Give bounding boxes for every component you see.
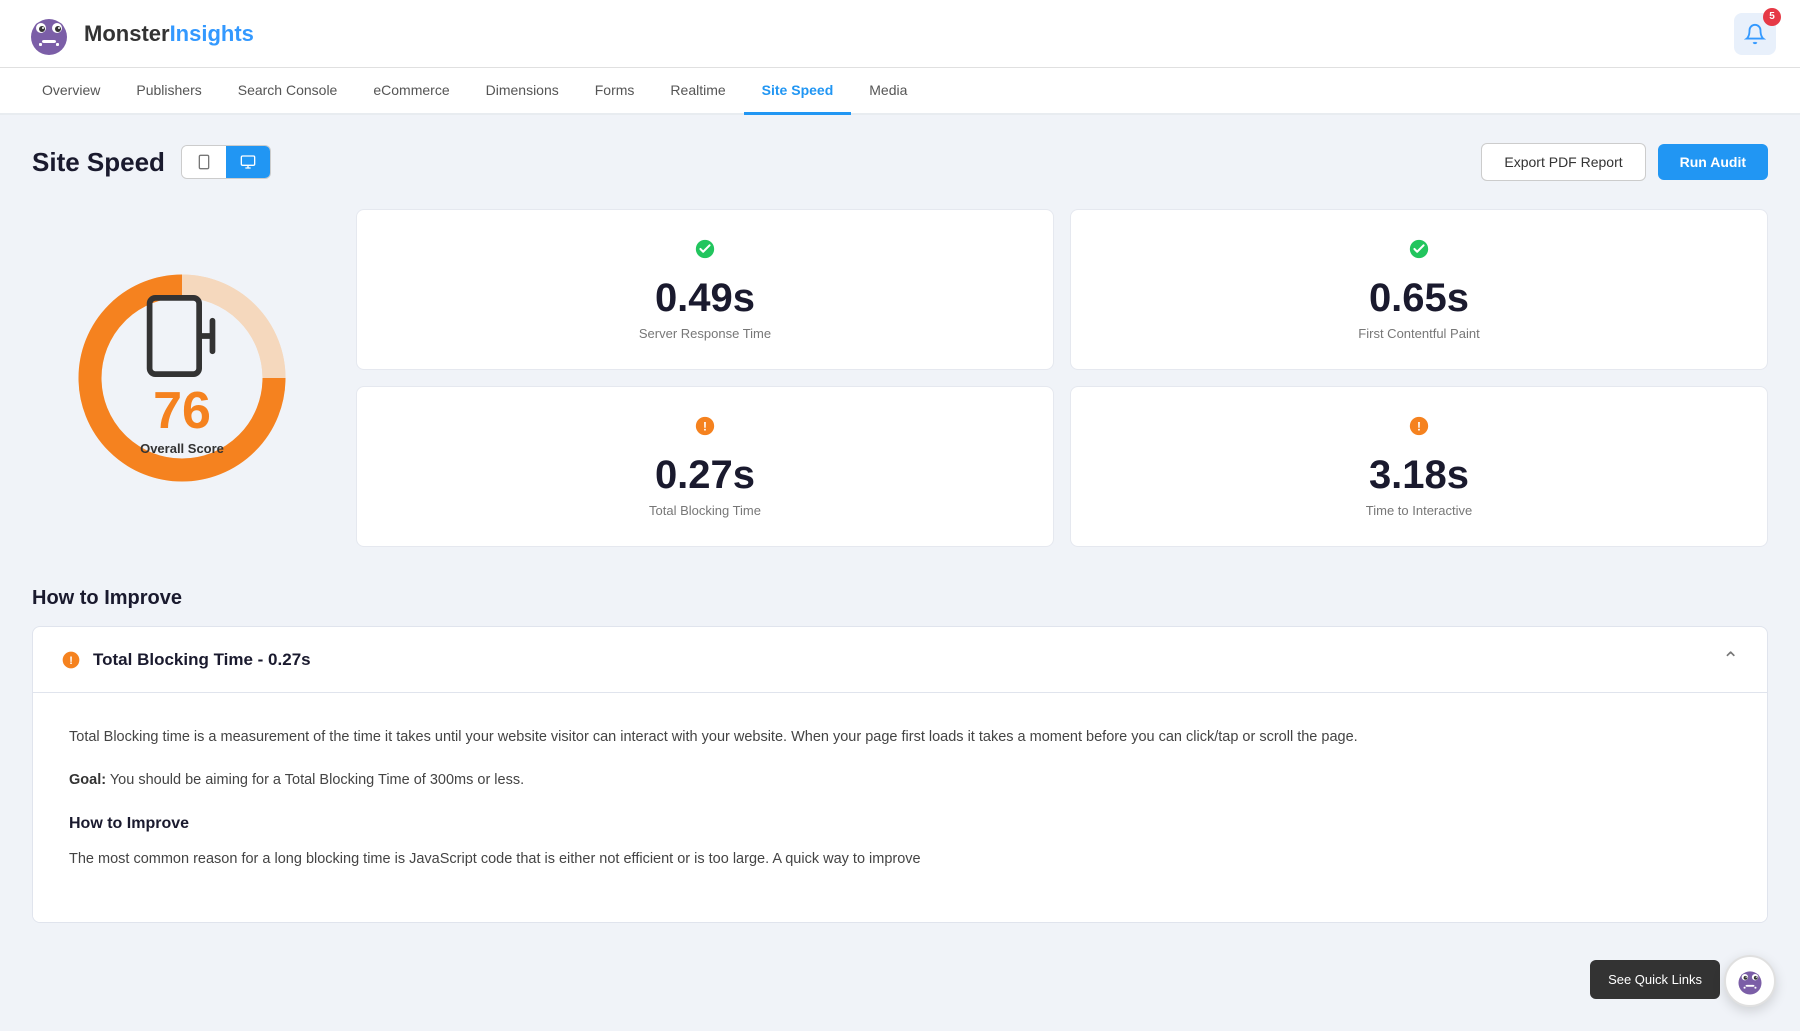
donut-chart: 76 Overall Score	[67, 263, 297, 493]
desktop-device-btn[interactable]	[226, 146, 270, 178]
svg-text:!: !	[1417, 420, 1421, 434]
nav-item-search-console[interactable]: Search Console	[220, 68, 356, 115]
nav-item-dimensions[interactable]: Dimensions	[468, 68, 577, 115]
main-nav: Overview Publishers Search Console eComm…	[0, 68, 1800, 115]
quick-links-button[interactable]: See Quick Links	[1590, 960, 1720, 999]
notification-button[interactable]: 5	[1734, 13, 1776, 55]
accordion-body: Total Blocking time is a measurement of …	[33, 693, 1767, 922]
export-pdf-button[interactable]: Export PDF Report	[1481, 143, 1645, 181]
metric-card-total-blocking: ! 0.27s Total Blocking Time	[356, 386, 1054, 547]
accordion-para-2: The most common reason for a long blocki…	[69, 847, 1731, 872]
nav-item-forms[interactable]: Forms	[577, 68, 653, 115]
donut-wrapper: 76 Overall Score	[32, 243, 332, 513]
goal-text: You should be aiming for a Total Blockin…	[106, 772, 524, 788]
goal-label: Goal:	[69, 772, 106, 788]
accordion-goal: Goal: You should be aiming for a Total B…	[69, 768, 1731, 793]
metric-card-server-response: 0.49s Server Response Time	[356, 209, 1054, 370]
metric-value-0: 0.49s	[655, 276, 755, 320]
page-title: Site Speed	[32, 147, 165, 178]
accordion-subtitle: How to Improve	[69, 810, 1731, 837]
donut-monitor-icon	[140, 300, 224, 379]
logo-icon	[24, 9, 74, 59]
metric-value-1: 0.65s	[1369, 276, 1469, 320]
metric-value-2: 0.27s	[655, 453, 755, 497]
header-right: 5	[1734, 13, 1776, 55]
main-content: Site Speed	[0, 115, 1800, 951]
svg-text:!: !	[69, 655, 73, 667]
nav-item-site-speed[interactable]: Site Speed	[744, 68, 852, 115]
metric-label-2: Total Blocking Time	[649, 503, 761, 518]
page-title-row: Site Speed	[32, 143, 1768, 181]
svg-text:!: !	[703, 420, 707, 434]
accordion-para-1: Total Blocking time is a measurement of …	[69, 725, 1731, 750]
metric-status-icon-0	[694, 238, 716, 266]
mobile-device-btn[interactable]	[182, 146, 226, 178]
chevron-up-icon: ⌃	[1722, 647, 1739, 672]
header: MonsterInsights 5	[0, 0, 1800, 68]
metric-label-0: Server Response Time	[639, 326, 771, 341]
accordion-warn-icon: !	[61, 650, 81, 670]
accordion-title: Total Blocking Time - 0.27s	[93, 650, 311, 670]
logo-area: MonsterInsights	[24, 9, 254, 59]
metric-status-icon-3: !	[1408, 415, 1430, 443]
improve-title: How to Improve	[32, 587, 1768, 610]
nav-item-publishers[interactable]: Publishers	[118, 68, 219, 115]
device-toggle	[181, 145, 271, 179]
bell-icon	[1744, 23, 1766, 45]
metric-status-icon-2: !	[694, 415, 716, 443]
metric-label-3: Time to Interactive	[1366, 503, 1472, 518]
accordion-header[interactable]: ! Total Blocking Time - 0.27s ⌃	[33, 627, 1767, 693]
brand-name: MonsterInsights	[84, 21, 254, 47]
mobile-icon	[196, 154, 212, 170]
nav-item-ecommerce[interactable]: eCommerce	[355, 68, 467, 115]
monster-fab-button[interactable]	[1724, 955, 1776, 1007]
page-title-actions: Export PDF Report Run Audit	[1481, 143, 1768, 181]
donut-label: Overall Score	[140, 441, 224, 456]
metric-status-icon-1	[1408, 238, 1430, 266]
donut-score: 76	[140, 385, 224, 437]
score-section: 76 Overall Score 0.49s Server Response T…	[32, 209, 1768, 547]
run-audit-button[interactable]: Run Audit	[1658, 144, 1768, 180]
metrics-grid: 0.49s Server Response Time 0.65s First C…	[356, 209, 1768, 547]
monster-fab-icon	[1734, 965, 1766, 997]
accordion-blocking-time: ! Total Blocking Time - 0.27s ⌃ Total Bl…	[32, 626, 1768, 923]
desktop-icon	[240, 154, 256, 170]
notification-badge: 5	[1763, 8, 1781, 26]
page-title-left: Site Speed	[32, 145, 271, 179]
nav-item-overview[interactable]: Overview	[24, 68, 118, 115]
nav-item-media[interactable]: Media	[851, 68, 925, 115]
accordion-header-left: ! Total Blocking Time - 0.27s	[61, 650, 311, 670]
metric-label-1: First Contentful Paint	[1358, 326, 1479, 341]
metric-card-first-contentful: 0.65s First Contentful Paint	[1070, 209, 1768, 370]
improve-section: How to Improve ! Total Blocking Time - 0…	[32, 587, 1768, 923]
donut-center: 76 Overall Score	[140, 300, 224, 456]
nav-item-realtime[interactable]: Realtime	[652, 68, 743, 115]
metric-card-time-interactive: ! 3.18s Time to Interactive	[1070, 386, 1768, 547]
metric-value-3: 3.18s	[1369, 453, 1469, 497]
